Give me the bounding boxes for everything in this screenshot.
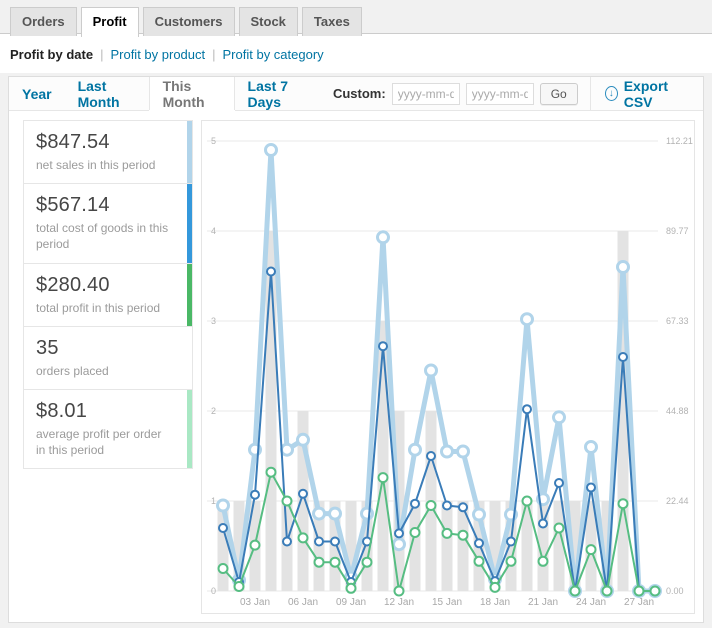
download-icon: ↓ — [605, 86, 618, 101]
custom-range-label: Custom: — [333, 86, 386, 101]
svg-text:89.77: 89.77 — [666, 226, 689, 236]
profit-report-page: OrdersProfitCustomersStockTaxes Profit b… — [0, 0, 712, 623]
svg-text:0: 0 — [211, 586, 216, 596]
stat-value: $567.14 — [36, 194, 174, 217]
custom-range: Custom: Go — [321, 77, 590, 110]
svg-text:0.00: 0.00 — [666, 586, 684, 596]
svg-text:27 Jan: 27 Jan — [624, 597, 654, 608]
chart-panel: 0 0.00 1 22.44 2 44.88 3 67.33 4 89.77 5 112.21 03 J… — [201, 120, 695, 614]
report-tabs: OrdersProfitCustomersStockTaxes — [0, 0, 712, 34]
date-from-input[interactable] — [392, 83, 460, 105]
stat-accent-bar — [187, 327, 192, 389]
stat-label: total profit in this period — [36, 300, 174, 316]
stat-accent-bar — [187, 264, 192, 326]
subnav-separator: | — [100, 47, 103, 62]
stat-value: 35 — [36, 337, 174, 360]
subnav-separator: | — [212, 47, 215, 62]
svg-text:67.33: 67.33 — [666, 316, 689, 326]
export-section: ↓ Export CSV — [590, 77, 703, 110]
subnav-profit-by-product[interactable]: Profit by product — [110, 47, 205, 62]
stat-label: orders placed — [36, 363, 174, 379]
stat-label: average profit per order in this period — [36, 426, 174, 458]
tab-stock[interactable]: Stock — [239, 7, 298, 36]
svg-text:5: 5 — [211, 136, 216, 146]
range-tabs: YearLast MonthThis MonthLast 7 Days — [9, 77, 321, 110]
svg-text:4: 4 — [211, 226, 216, 236]
svg-text:22.44: 22.44 — [666, 496, 689, 506]
stat-average-profit-per: $8.01 average profit per order in this pe… — [24, 389, 192, 468]
range-tab-year[interactable]: Year — [9, 77, 65, 110]
export-csv-link[interactable]: ↓ Export CSV — [605, 78, 689, 110]
stat-accent-bar — [187, 184, 192, 262]
stat-value: $280.40 — [36, 274, 174, 297]
tab-orders[interactable]: Orders — [10, 7, 77, 36]
svg-text:06 Jan: 06 Jan — [288, 597, 318, 608]
svg-text:09 Jan: 09 Jan — [336, 597, 366, 608]
stat-accent-bar — [187, 390, 192, 468]
tab-taxes[interactable]: Taxes — [302, 7, 362, 36]
export-csv-label: Export CSV — [624, 78, 689, 110]
svg-text:24 Jan: 24 Jan — [576, 597, 606, 608]
svg-text:3: 3 — [211, 316, 216, 326]
go-button[interactable]: Go — [540, 83, 578, 105]
stat-accent-bar — [187, 121, 192, 183]
svg-text:15 Jan: 15 Jan — [432, 597, 462, 608]
tab-customers[interactable]: Customers — [143, 7, 235, 36]
stat-value: $8.01 — [36, 400, 174, 423]
reports-panel: YearLast MonthThis MonthLast 7 Days Cust… — [8, 76, 704, 623]
stat-orders-placed: 35 orders placed — [24, 326, 192, 389]
range-toolbar: YearLast MonthThis MonthLast 7 Days Cust… — [9, 77, 703, 111]
stat-value: $847.54 — [36, 131, 174, 154]
svg-text:21 Jan: 21 Jan — [528, 597, 558, 608]
stats-sidebar: $847.54 net sales in this period $567.14 to… — [23, 120, 193, 469]
svg-text:18 Jan: 18 Jan — [480, 597, 510, 608]
subnav-profit-by-date[interactable]: Profit by date — [10, 47, 93, 62]
report-content: $847.54 net sales in this period $567.14 to… — [9, 111, 703, 623]
svg-text:03 Jan: 03 Jan — [240, 597, 270, 608]
range-tab-last-month[interactable]: Last Month — [65, 77, 149, 110]
stat-net-sales-in: $847.54 net sales in this period — [24, 121, 192, 183]
stat-total-cost-of: $567.14 total cost of goods in this perio… — [24, 183, 192, 262]
svg-text:12 Jan: 12 Jan — [384, 597, 414, 608]
tab-profit[interactable]: Profit — [81, 7, 139, 37]
svg-text:1: 1 — [211, 496, 216, 506]
range-tab-this-month[interactable]: This Month — [149, 77, 235, 110]
stat-label: net sales in this period — [36, 157, 174, 173]
date-to-input[interactable] — [466, 83, 534, 105]
svg-text:112.21: 112.21 — [666, 136, 693, 146]
range-tab-last-7-days[interactable]: Last 7 Days — [235, 77, 321, 110]
svg-text:2: 2 — [211, 406, 216, 416]
profit-chart-canvas: 0 0.00 1 22.44 2 44.88 3 67.33 4 89.77 5 112.21 03 J… — [202, 121, 695, 611]
subnav-profit-by-category[interactable]: Profit by category — [223, 47, 324, 62]
stat-total-profit-in: $280.40 total profit in this period — [24, 263, 192, 326]
stat-label: total cost of goods in this period — [36, 220, 174, 252]
report-subnav: Profit by date | Profit by product | Profit … — [0, 34, 712, 73]
svg-text:44.88: 44.88 — [666, 406, 689, 416]
